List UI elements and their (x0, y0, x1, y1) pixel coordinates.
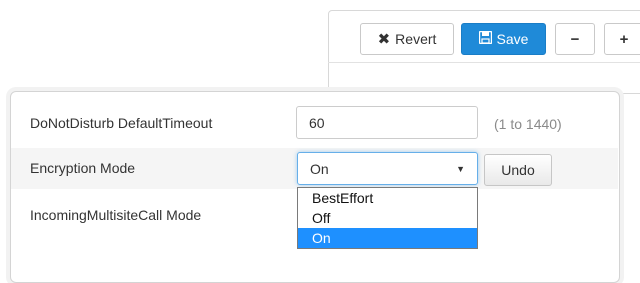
minus-icon: − (570, 30, 580, 48)
chevron-down-icon: ▼ (456, 163, 465, 174)
option-on[interactable]: On (298, 228, 477, 248)
encryption-mode-select[interactable]: On ▼ (297, 152, 478, 185)
save-button-label: Save (496, 31, 529, 47)
revert-button[interactable]: ✖ Revert (360, 23, 454, 55)
dnd-timeout-label: DoNotDisturb DefaultTimeout (30, 115, 213, 131)
encryption-mode-label: Encryption Mode (30, 160, 136, 176)
dnd-timeout-input[interactable]: 60 (296, 106, 478, 139)
collapse-button[interactable]: − (555, 23, 595, 55)
dnd-timeout-range-hint: (1 to 1440) (494, 116, 562, 132)
close-icon: ✖ (377, 30, 391, 48)
dnd-timeout-value: 60 (309, 114, 325, 131)
revert-button-label: Revert (395, 31, 437, 47)
floppy-disk-icon (478, 30, 492, 47)
incoming-multisite-label: IncomingMultisiteCall Mode (30, 207, 202, 223)
expand-button[interactable]: + (604, 23, 640, 55)
plus-icon: + (619, 30, 629, 48)
save-button[interactable]: Save (461, 23, 546, 55)
toolbar-divider (328, 62, 640, 63)
option-off[interactable]: Off (298, 208, 477, 228)
undo-button[interactable]: Undo (484, 154, 552, 186)
encryption-mode-selected-value: On (310, 160, 329, 177)
undo-button-label: Undo (501, 162, 535, 178)
encryption-mode-dropdown-list: BestEffort Off On (297, 187, 478, 249)
option-besteffort[interactable]: BestEffort (298, 188, 477, 208)
